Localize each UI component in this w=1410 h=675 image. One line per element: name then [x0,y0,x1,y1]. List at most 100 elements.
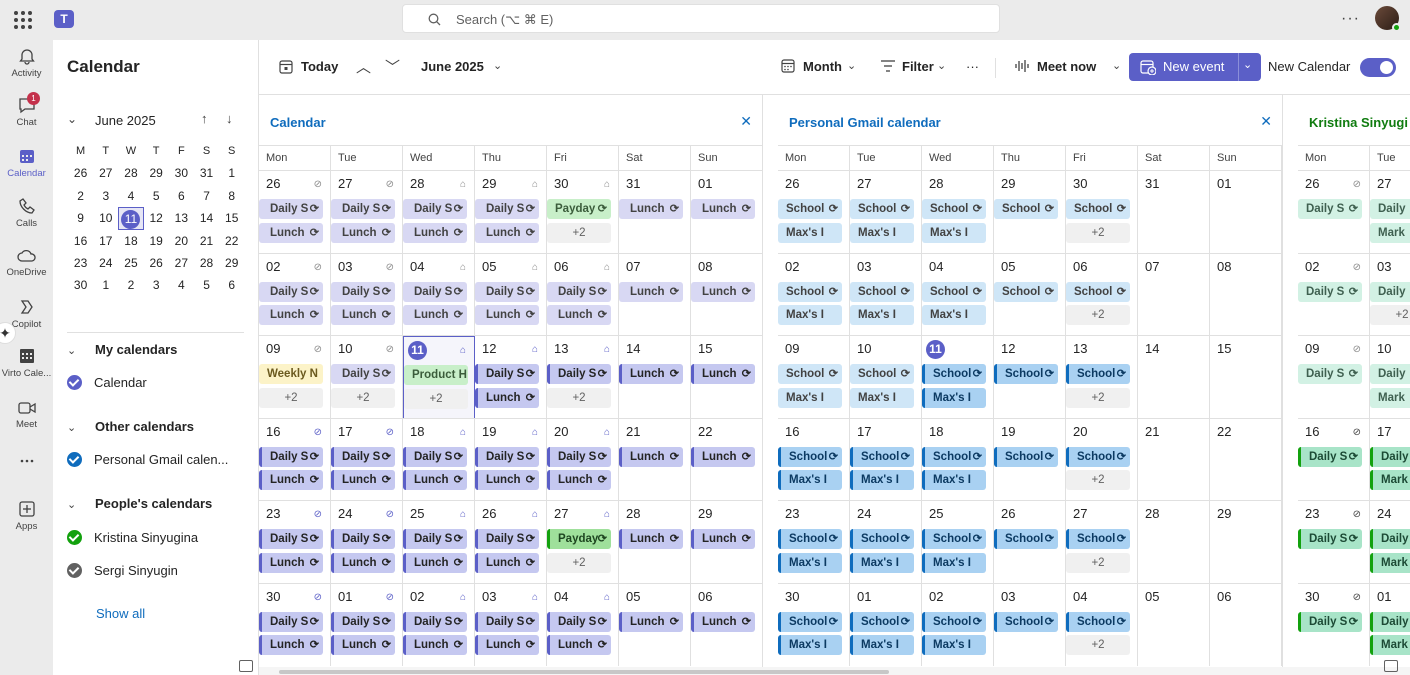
scrollbar-thumb[interactable] [279,670,889,674]
day-cell[interactable]: 29 [1210,501,1282,584]
calendar-event[interactable]: Daily S ⟳ [547,364,611,384]
day-cell[interactable]: 22 [1210,418,1282,501]
day-cell[interactable]: 26 School ⟳ Max's I [778,171,850,254]
next-arrow-icon[interactable]: ﹀ [385,56,400,77]
calendar-event[interactable]: School ⟳ [778,611,842,632]
day-cell[interactable]: 23 School ⟳ Max's I [778,501,850,584]
mini-day[interactable]: 30 [68,274,93,296]
calendar-event[interactable]: Lunch ⟳ [475,305,539,325]
rail-item-calendar[interactable]: Calendar [0,147,53,179]
mini-day[interactable]: 13 [169,207,194,229]
checkmark-icon[interactable] [67,452,82,467]
mini-day[interactable]: 5 [144,185,169,207]
mini-day[interactable]: 22 [219,230,244,252]
calendar-event[interactable]: Max's I [850,387,914,408]
day-cell[interactable]: 29 School ⟳ [994,171,1066,254]
calendar-event[interactable]: Max's I [778,387,842,408]
day-cell[interactable]: 03 School ⟳ Max's I [850,253,922,336]
mini-day[interactable]: 23 [68,252,93,274]
mini-day[interactable]: 12 [144,207,169,229]
horizontal-scrollbar[interactable] [259,667,1410,675]
calendar-event[interactable]: Lunch ⟳ [547,305,611,325]
day-cell[interactable]: 30 School ⟳ Max's I [778,583,850,666]
day-cell[interactable]: 08 [1210,253,1282,336]
calendar-event[interactable]: Daily S ⟳ [403,446,467,467]
day-cell[interactable]: 27 School ⟳ +2 [1066,501,1138,584]
calendar-event[interactable]: Lunch ⟳ [547,635,611,655]
calendar-event[interactable]: Lunch ⟳ [403,552,467,573]
calendar-event[interactable]: School ⟳ [922,529,986,549]
mini-day[interactable]: 28 [194,252,219,274]
rail-item-video[interactable]: Meet [0,400,53,430]
rail-item-phone[interactable]: Calls [0,197,53,229]
calendar-list-item[interactable]: Sergi Sinyugin [67,563,178,578]
new-calendar-toggle[interactable] [1360,58,1396,77]
day-cell[interactable]: 19 ⌂ Daily S ⟳ Lunch ⟳ [475,418,547,501]
panel-title[interactable]: Calendar [270,115,326,130]
day-cell[interactable]: 21 Lunch ⟳ [619,418,691,501]
calendar-event[interactable]: Daily S ⟳ [1298,281,1362,302]
day-cell[interactable]: 02 School ⟳ Max's I [778,253,850,336]
calendar-event[interactable]: Max's I [850,305,914,325]
day-cell[interactable]: 28 ⌂ Daily S ⟳ Lunch ⟳ [403,171,475,254]
close-icon[interactable]: ✕ [740,113,752,130]
calendar-event[interactable]: Lunch ⟳ [331,305,395,325]
day-cell[interactable]: 11 ⌂ Product H +2 [403,336,475,419]
mini-day[interactable]: 10 [93,207,118,229]
day-cell[interactable]: 27 School ⟳ Max's I [850,171,922,254]
day-cell[interactable]: 26 ⌂ Daily S ⟳ Lunch ⟳ [475,501,547,584]
mini-day[interactable]: 24 [93,252,118,274]
day-cell[interactable]: 30 ⊘ Daily S ⟳ Lunch ⟳ [259,583,331,666]
calendar-event[interactable]: School ⟳ [1066,611,1130,632]
calendar-event[interactable]: Payday ⟳ [547,529,611,549]
panel-title[interactable]: Kristina Sinyugi [1309,115,1408,130]
day-cell[interactable]: 24 ⊘ Daily S ⟳ Lunch ⟳ [331,501,403,584]
day-cell[interactable]: 27 ⊘ Daily S ⟳ Lunch ⟳ [331,171,403,254]
day-cell[interactable]: 07 [1138,253,1210,336]
rail-item-bell[interactable]: Activity [0,47,53,79]
calendar-event[interactable]: School ⟳ [850,529,914,549]
day-cell[interactable]: 26 School ⟳ [994,501,1066,584]
day-cell[interactable]: 16 ⊘ Daily S ⟳ [1298,418,1370,501]
calendar-event[interactable]: Daily S ⟳ [259,199,323,219]
calendar-event[interactable]: Mark [1370,387,1410,408]
mini-day[interactable]: 14 [194,207,219,229]
calendar-event[interactable]: Max's I [778,635,842,655]
more-events-link[interactable]: +2 [1370,305,1410,325]
user-avatar[interactable] [1375,6,1401,32]
calendar-event[interactable]: School ⟳ [778,364,842,384]
calendar-event[interactable]: Daily⟳ [1370,611,1410,632]
mini-day[interactable]: 2 [68,185,93,207]
mini-day[interactable]: 3 [144,274,169,296]
calendar-event[interactable]: School ⟳ [778,446,842,467]
checkmark-icon[interactable] [67,530,82,545]
calendar-event[interactable]: Daily S ⟳ [331,529,395,549]
day-cell[interactable]: 27⊘Daily⟳Mark [1370,171,1410,254]
calendar-event[interactable]: Lunch ⟳ [619,446,683,467]
day-cell[interactable]: 10 ⊘ Daily S ⟳ +2 [331,336,403,419]
rail-item-more[interactable] [0,452,53,473]
mini-day[interactable]: 15 [219,207,244,229]
calendar-event[interactable]: School ⟳ [850,446,914,467]
calendar-event[interactable]: School ⟳ [1066,364,1130,384]
day-cell[interactable]: 17⊘Daily⟳Mark [1370,419,1410,502]
calendar-event[interactable]: School ⟳ [1066,199,1130,219]
more-events-link[interactable]: +2 [331,387,395,408]
calendar-event[interactable]: Mark [1370,635,1410,655]
calendar-event[interactable]: Lunch ⟳ [547,470,611,490]
day-cell[interactable]: 02 ⌂ Daily S ⟳ Lunch ⟳ [403,583,475,666]
mini-day[interactable]: 19 [144,230,169,252]
calendar-event[interactable]: School ⟳ [994,446,1058,467]
previous-arrow-icon[interactable]: ︿ [356,56,371,77]
calendar-event[interactable]: School ⟳ [1066,446,1130,467]
calendar-event[interactable]: Daily S ⟳ [331,364,395,384]
calendar-event[interactable]: Lunch ⟳ [331,470,395,490]
checkmark-icon[interactable] [67,375,82,390]
calendar-event[interactable]: Lunch ⟳ [475,470,539,490]
day-cell[interactable]: 11 School ⟳ Max's I [922,336,994,419]
calendar-list-item[interactable]: Calendar [67,375,147,390]
mini-day[interactable]: 11 [118,207,144,230]
calendar-event[interactable]: Lunch ⟳ [259,552,323,573]
more-events-link[interactable]: +2 [547,552,611,573]
calendar-event[interactable]: Daily S ⟳ [1298,364,1362,384]
